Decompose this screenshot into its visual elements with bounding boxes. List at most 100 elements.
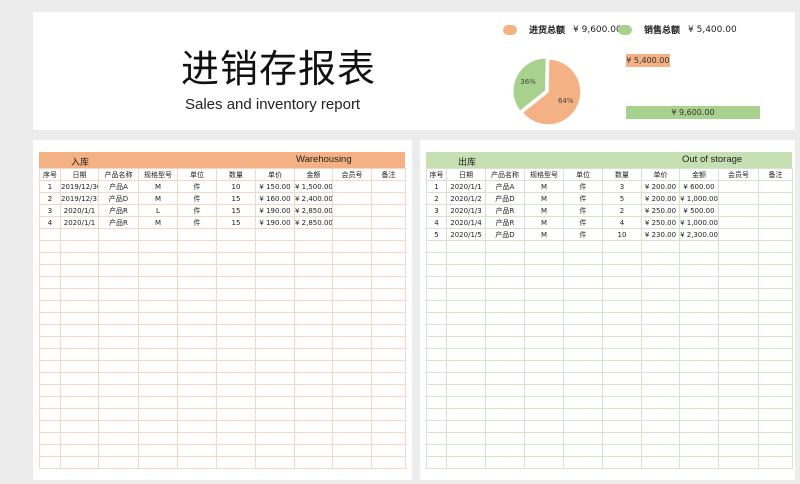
table-cell[interactable] [294,336,333,349]
table-cell[interactable] [216,336,256,349]
table-cell[interactable] [60,240,99,253]
table-cell[interactable] [563,420,603,433]
table-cell[interactable] [641,300,680,313]
table-cell[interactable]: ¥ 190.00 [255,204,295,217]
table-cell[interactable] [332,336,372,349]
table-cell[interactable] [641,336,680,349]
table-cell[interactable] [679,360,719,373]
table-cell[interactable]: 件 [177,180,217,193]
table-cell[interactable] [216,288,256,301]
table-cell[interactable] [602,276,642,289]
table-cell[interactable] [426,312,447,325]
table-cell[interactable] [718,348,759,361]
table-cell[interactable] [98,360,139,373]
table-cell[interactable]: 2020/1/1 [446,180,486,193]
table-cell[interactable] [602,324,642,337]
table-cell[interactable] [485,432,525,445]
table-cell[interactable] [98,420,139,433]
table-cell[interactable] [294,240,333,253]
table-cell[interactable] [138,228,178,241]
table-cell[interactable] [98,336,139,349]
table-cell[interactable] [758,276,793,289]
table-cell[interactable] [524,288,564,301]
table-cell[interactable]: ¥ 2,850.00 [294,204,333,217]
table-cell[interactable] [98,228,139,241]
table-cell[interactable] [294,300,333,313]
table-cell[interactable] [446,276,486,289]
table-cell[interactable] [255,384,295,397]
table-cell[interactable]: 5 [426,228,447,241]
table-cell[interactable] [39,396,61,409]
table-cell[interactable] [98,312,139,325]
table-cell[interactable] [332,204,372,217]
table-cell[interactable] [446,384,486,397]
table-cell[interactable] [718,204,759,217]
table-cell[interactable] [255,240,295,253]
table-cell[interactable] [679,252,719,265]
table-cell[interactable] [39,276,61,289]
table-cell[interactable] [446,336,486,349]
table-cell[interactable] [216,324,256,337]
table-cell[interactable] [758,420,793,433]
table-cell[interactable]: ¥ 150.00 [255,180,295,193]
table-cell[interactable] [138,240,178,253]
table-cell[interactable] [563,456,603,469]
table-cell[interactable]: 2020/1/4 [446,216,486,229]
table-cell[interactable] [446,312,486,325]
table-cell[interactable]: 2019/12/30 [60,180,99,193]
table-cell[interactable] [524,252,564,265]
table-cell[interactable] [718,180,759,193]
table-cell[interactable] [332,432,372,445]
table-cell[interactable] [524,420,564,433]
table-cell[interactable] [294,264,333,277]
table-cell[interactable] [177,252,217,265]
table-cell[interactable]: ¥ 1,500.00 [294,180,333,193]
table-cell[interactable] [332,348,372,361]
table-cell[interactable] [371,240,406,253]
table-cell[interactable] [718,384,759,397]
table-cell[interactable] [485,384,525,397]
table-cell[interactable] [758,324,793,337]
table-cell[interactable] [98,276,139,289]
table-cell[interactable] [718,456,759,469]
table-cell[interactable] [60,312,99,325]
table-cell[interactable] [679,456,719,469]
table-cell[interactable] [758,408,793,421]
table-cell[interactable] [294,252,333,265]
table-cell[interactable] [371,264,406,277]
table-cell[interactable] [524,240,564,253]
table-cell[interactable] [758,192,793,205]
table-cell[interactable]: 2 [39,192,61,205]
table-cell[interactable] [60,264,99,277]
table-cell[interactable] [177,456,217,469]
table-cell[interactable] [371,384,406,397]
table-cell[interactable] [426,336,447,349]
table-cell[interactable] [641,288,680,301]
table-cell[interactable] [446,456,486,469]
table-cell[interactable] [524,336,564,349]
table-cell[interactable] [332,264,372,277]
table-cell[interactable]: 4 [39,216,61,229]
table-cell[interactable]: 5 [602,192,642,205]
table-cell[interactable] [39,324,61,337]
table-cell[interactable] [679,312,719,325]
table-cell[interactable] [426,372,447,385]
table-cell[interactable] [679,396,719,409]
table-cell[interactable] [563,312,603,325]
table-cell[interactable] [177,420,217,433]
table-cell[interactable] [216,228,256,241]
table-cell[interactable]: 件 [563,228,603,241]
table-cell[interactable] [255,348,295,361]
table-cell[interactable] [39,228,61,241]
table-cell[interactable] [255,312,295,325]
table-cell[interactable] [446,240,486,253]
table-cell[interactable] [485,456,525,469]
table-cell[interactable] [426,420,447,433]
table-cell[interactable] [718,360,759,373]
table-cell[interactable] [641,396,680,409]
table-cell[interactable] [39,360,61,373]
table-cell[interactable] [426,240,447,253]
table-cell[interactable] [641,240,680,253]
table-cell[interactable] [485,300,525,313]
table-cell[interactable] [177,312,217,325]
